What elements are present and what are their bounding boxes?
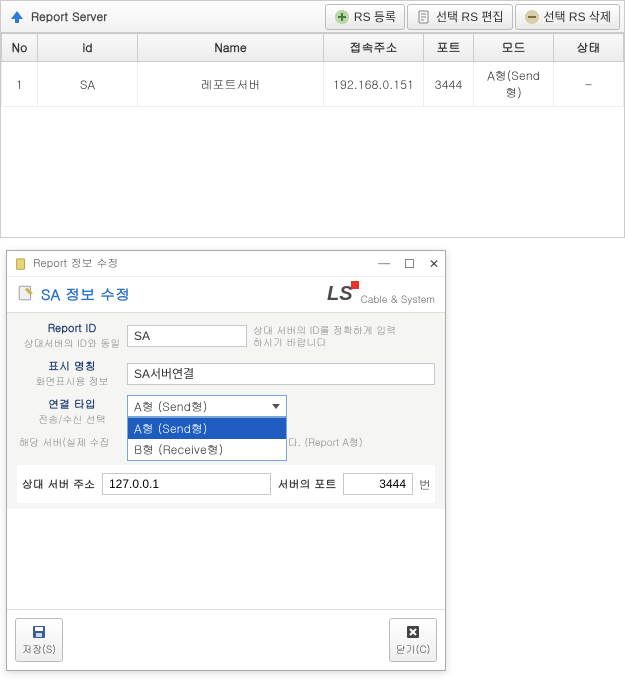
cell-name: 레포트서버 [138,62,324,107]
report-id-input[interactable] [127,325,247,347]
conn-type-dropdown: A형 (Send형) B형 (Receive형) [127,417,287,461]
dialog-close-button[interactable]: 닫기(C) [389,618,437,662]
col-mode[interactable]: 모드 [474,34,554,62]
close-icon [405,624,421,640]
report-server-panel: Report Server RS 등록 선택 RS 편집 선택 RS 삭제 No… [0,0,625,238]
save-button[interactable]: 저장(S) [15,618,63,662]
plus-icon [334,9,350,25]
peer-addr-input[interactable] [102,473,271,495]
conn-type-selected[interactable]: A형 (Send형) [127,395,287,417]
col-name[interactable]: Name [138,34,324,62]
cell-mode: A형(Send형) [474,62,554,107]
minimize-button[interactable]: — [378,255,390,272]
label-peer-port: 서버의 포트 [277,477,337,492]
dialog-footer: 저장(S) 닫기(C) [7,609,445,670]
minus-icon [524,9,540,25]
report-id-hint: 상대 서버의 ID를 정확하게 입력 하시기 바랍니다 [247,324,407,348]
edit-icon [416,9,432,25]
rs-delete-button[interactable]: 선택 RS 삭제 [515,4,621,30]
conn-type-option[interactable]: A형 (Send형) [128,418,286,439]
dialog-title: Report 정보 수정 [29,256,118,271]
col-status[interactable]: 상태 [554,34,624,62]
brand-logo: LS Cable & System [327,283,435,306]
rs-register-button[interactable]: RS 등록 [325,4,405,30]
peer-port-input[interactable] [343,473,413,495]
maximize-button[interactable]: ☐ [404,255,415,272]
cell-no: 1 [2,62,38,107]
dialog-titlebar[interactable]: Report 정보 수정 — ☐ ✕ [7,251,445,277]
port-suffix: 번 [419,476,431,493]
cell-id: SA [38,62,138,107]
col-id[interactable]: id [38,34,138,62]
label-report-id: Report ID 상대서버의 ID와 동일 [17,319,127,352]
dialog-header: SA 정보 수정 LS Cable & System [7,277,445,313]
rs-edit-button[interactable]: 선택 RS 편집 [407,4,513,30]
close-button[interactable]: ✕ [429,255,439,272]
conn-type-option[interactable]: B형 (Receive형) [128,439,286,460]
save-icon [31,624,47,640]
edit-header-icon [17,284,35,306]
dialog-heading: SA 정보 수정 [35,284,130,305]
title-icon [9,9,25,25]
report-edit-dialog: Report 정보 수정 — ☐ ✕ SA 정보 수정 LS Cable & S… [6,250,446,671]
dialog-icon [13,256,29,272]
col-no[interactable]: No [2,34,38,62]
label-conn-type: 연결 타입 전송/수신 선택 [17,395,127,428]
panel-title: Report Server [31,8,107,25]
display-name-input[interactable] [127,363,435,385]
label-display-name: 표시 명칭 화면표시용 정보 [17,357,127,390]
rs-table: No id Name 접속주소 포트 모드 상태 1 SA 레포트서버 192.… [1,33,624,107]
conn-type-select[interactable]: A형 (Send형) A형 (Send형) B형 (Receive형) [127,395,287,417]
dialog-body: Report ID 상대서버의 ID와 동일 상대 서버의 ID를 정확하게 입… [7,313,445,509]
cell-addr: 192.168.0.151 [324,62,424,107]
label-peer-addr: 상대 서버 주소 [21,477,96,492]
cell-port: 3444 [424,62,474,107]
col-port[interactable]: 포트 [424,34,474,62]
table-empty-area [1,107,624,237]
col-addr[interactable]: 접속주소 [324,34,424,62]
panel-header: Report Server RS 등록 선택 RS 편집 선택 RS 삭제 [1,1,624,33]
cell-status: – [554,62,624,107]
table-row[interactable]: 1 SA 레포트서버 192.168.0.151 3444 A형(Send형) … [2,62,624,107]
